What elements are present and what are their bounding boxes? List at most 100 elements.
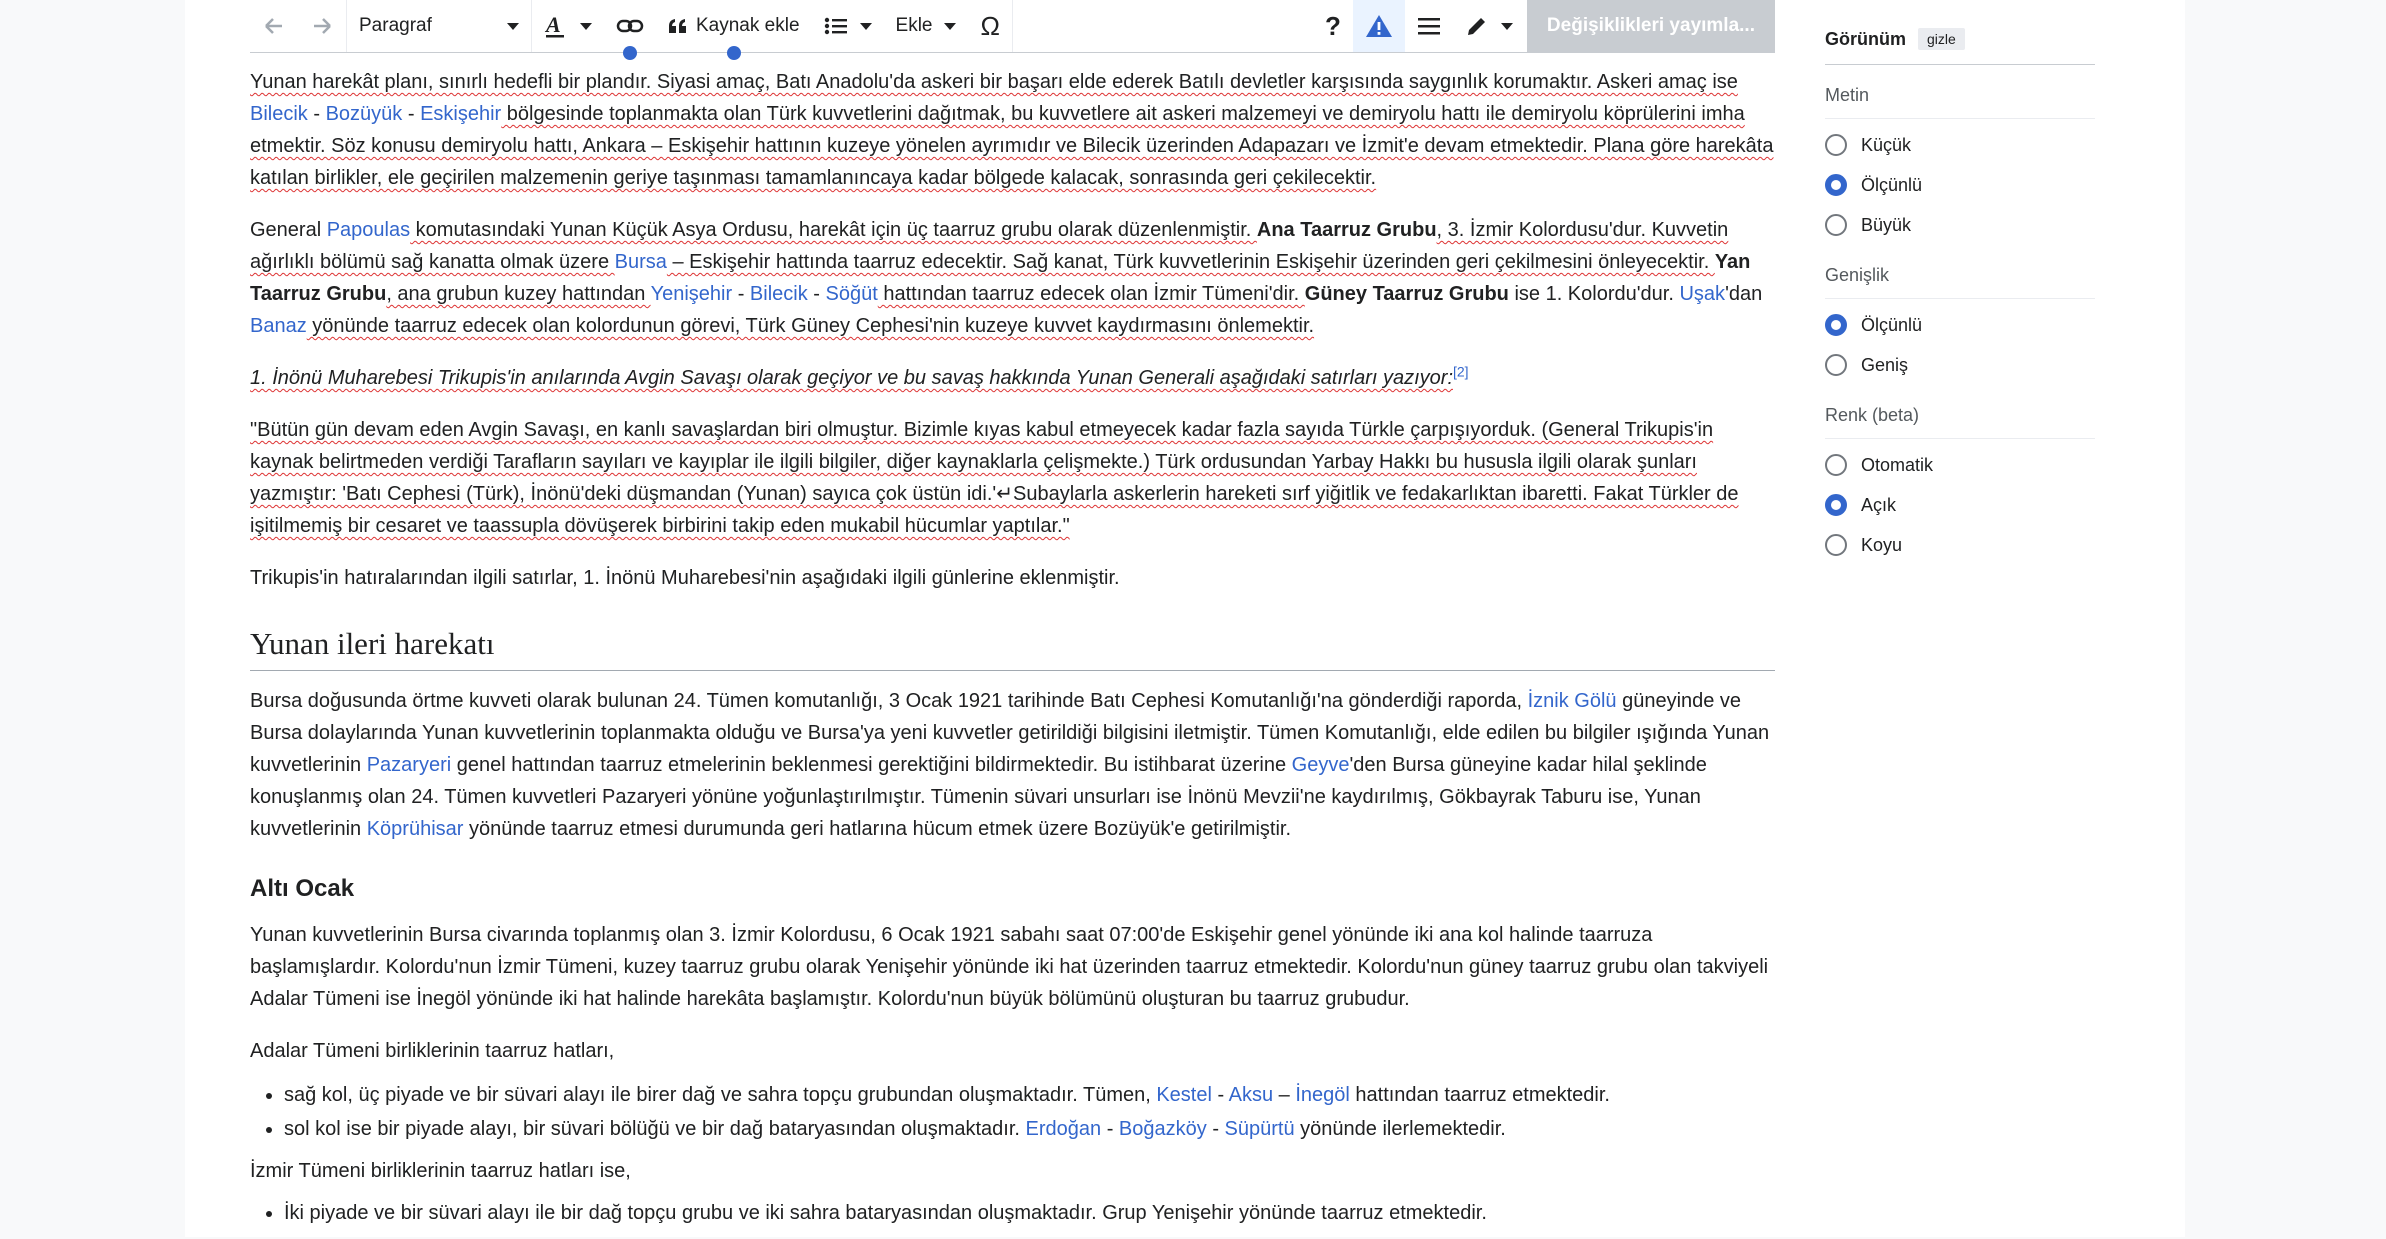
text-option[interactable]: Ölçünlü <box>1825 165 2095 205</box>
text-option-label: Büyük <box>1861 214 1912 235</box>
paragraph-format-label: Paragraf <box>359 15 432 36</box>
redo-icon <box>314 18 331 34</box>
radio-icon[interactable] <box>1825 454 1847 476</box>
text-style-icon: A <box>544 13 564 38</box>
text: Yunan harekât planı, sınırlı hedefli bir… <box>250 71 1738 93</box>
subsection-heading: Altı Ocak <box>250 875 355 902</box>
link-pazaryeri[interactable]: Pazaryeri <box>367 754 451 776</box>
separator: - <box>402 103 421 125</box>
list-button[interactable] <box>812 0 884 52</box>
article-content[interactable]: Yunan harekât planı, sınırlı hedefli bir… <box>250 66 1775 1239</box>
undo-button[interactable] <box>250 0 298 52</box>
link-bogazkoy[interactable]: Boğazköy <box>1119 1118 1207 1140</box>
color-option-label: Koyu <box>1861 534 1903 555</box>
link-eskisehir[interactable]: Eskişehir <box>420 103 501 125</box>
link-bilecik[interactable]: Bilecik <box>750 283 808 305</box>
width-option-label: Geniş <box>1861 354 1909 375</box>
list-item: sağ kol, üç piyade ve bir süvari alayı i… <box>284 1079 1775 1111</box>
separator: - <box>1206 1118 1225 1140</box>
paragraph-4: "Bütün gün devam eden Avgin Savaşı, en k… <box>250 419 1739 537</box>
separator: - <box>807 283 826 305</box>
paragraph-3: 1. İnönü Muharebesi Trikupis'in anıların… <box>250 362 1775 394</box>
text-option[interactable]: Küçük <box>1825 125 2095 165</box>
link-aksu[interactable]: Aksu <box>1229 1084 1273 1106</box>
radio-icon[interactable] <box>1825 174 1847 196</box>
link-usak[interactable]: Uşak <box>1679 283 1725 305</box>
width-option[interactable]: Geniş <box>1825 345 2095 385</box>
link-erdogan[interactable]: Erdoğan <box>1026 1118 1102 1140</box>
notices-button[interactable] <box>1352 0 1405 52</box>
appearance-header: Görünüm gizle <box>1825 28 2095 65</box>
list-item: sol kol ise bir piyade alayı, bir süvari… <box>284 1113 1775 1145</box>
chevron-down-icon <box>944 22 957 30</box>
text-style-button[interactable]: A <box>532 0 604 52</box>
color-option[interactable]: Açık <box>1825 485 2095 525</box>
hide-button[interactable]: gizle <box>1918 28 1965 50</box>
link-inegol[interactable]: İnegöl <box>1295 1084 1350 1106</box>
link-koprühisar[interactable]: Köprühisar <box>367 818 464 840</box>
redo-button[interactable] <box>298 0 346 52</box>
attack-lines-list: sağ kol, üç piyade ve bir süvari alayı i… <box>250 1079 1775 1145</box>
paragraph-7: Yunan kuvvetlerinin Bursa civarında topl… <box>250 924 1769 1010</box>
text: sol kol ise bir piyade alayı, bir süvari… <box>284 1118 1026 1140</box>
link-marker-dot <box>623 46 637 60</box>
italic-text: 1. İnönü Muharebesi Trikupis'in anıların… <box>250 367 1453 389</box>
radio-icon[interactable] <box>1825 494 1847 516</box>
paragraph-format-dropdown[interactable]: Paragraf <box>347 0 531 52</box>
text-option-label: Küçük <box>1861 134 1912 155</box>
link-bilecik[interactable]: Bilecik <box>250 103 308 125</box>
radio-icon[interactable] <box>1825 214 1847 236</box>
alert-icon <box>1365 15 1392 37</box>
link-kestel[interactable]: Kestel <box>1156 1084 1212 1106</box>
publish-button[interactable]: Değişiklikleri yayımla... <box>1526 0 1775 52</box>
link-papoulas[interactable]: Papoulas <box>327 219 410 241</box>
insert-button[interactable]: Ekle <box>884 0 969 52</box>
separator: - <box>1101 1118 1119 1140</box>
link-button[interactable] <box>604 0 656 60</box>
link-iznik-golu[interactable]: İznik Gölü <box>1528 690 1617 712</box>
link-supurtu[interactable]: Süpürtü <box>1225 1118 1295 1140</box>
paragraph-5: Trikupis'in hatıralarından ilgili satırl… <box>250 567 1120 589</box>
bullet-list-icon <box>824 17 847 35</box>
editor-toolbar: Paragraf A Kaynak ekle Ekle Ω ? Değişikl… <box>250 0 1775 60</box>
radio-icon[interactable] <box>1825 354 1847 376</box>
bold-text: Ana Taarruz Grubu <box>1256 219 1437 241</box>
text: hattından taarruz edecek olan İzmir Tüme… <box>877 283 1305 305</box>
link-bursa[interactable]: Bursa <box>615 251 667 273</box>
paragraph-9: İzmir Tümeni birliklerinin taarruz hatla… <box>250 1160 631 1182</box>
color-options: Otomatik Açık Koyu <box>1825 445 2095 565</box>
reference-link[interactable]: [2] <box>1453 363 1469 379</box>
text-option[interactable]: Büyük <box>1825 205 2095 245</box>
link-geyve[interactable]: Geyve <box>1292 754 1350 776</box>
text: 'dan <box>1725 283 1763 305</box>
radio-icon[interactable] <box>1825 534 1847 556</box>
publish-label: Değişiklikleri yayımla... <box>1546 15 1755 36</box>
color-option[interactable]: Koyu <box>1825 525 2095 565</box>
text-option-label: Ölçünlü <box>1861 174 1923 195</box>
help-button[interactable]: ? <box>1313 0 1353 52</box>
link-banaz[interactable]: Banaz <box>250 315 307 337</box>
cite-label: Kaynak ekle <box>696 15 800 36</box>
separator: - <box>732 283 750 305</box>
color-option[interactable]: Otomatik <box>1825 445 2095 485</box>
special-character-button[interactable]: Ω <box>968 0 1011 52</box>
radio-icon[interactable] <box>1825 134 1847 156</box>
text: , ana grubun kuzey hattından <box>386 283 651 305</box>
text: genel hattından taarruz etmelerinin bekl… <box>451 754 1292 776</box>
appearance-title: Görünüm <box>1825 28 1906 49</box>
text: yönünde ilerlemektedir. <box>1294 1118 1506 1140</box>
link-bozuyuk[interactable]: Bozüyük <box>326 103 403 125</box>
text: yönünde taarruz edecek olan kolordunun g… <box>306 315 1315 337</box>
radio-icon[interactable] <box>1825 314 1847 336</box>
chevron-down-icon <box>507 22 519 30</box>
edit-mode-button[interactable] <box>1453 0 1525 52</box>
link-sogut[interactable]: Söğüt <box>826 283 878 305</box>
list-item: İki piyade ve bir süvari alayı ile bir d… <box>284 1197 1775 1229</box>
link-yenisehir[interactable]: Yenişehir <box>651 283 733 305</box>
section-heading: Yunan ileri harekatı <box>250 624 1775 671</box>
chevron-down-icon <box>1500 22 1513 30</box>
cite-button[interactable]: Kaynak ekle <box>656 0 812 60</box>
page-options-button[interactable] <box>1405 0 1453 52</box>
color-option-label: Otomatik <box>1861 454 1934 475</box>
width-option[interactable]: Ölçünlü <box>1825 305 2095 345</box>
